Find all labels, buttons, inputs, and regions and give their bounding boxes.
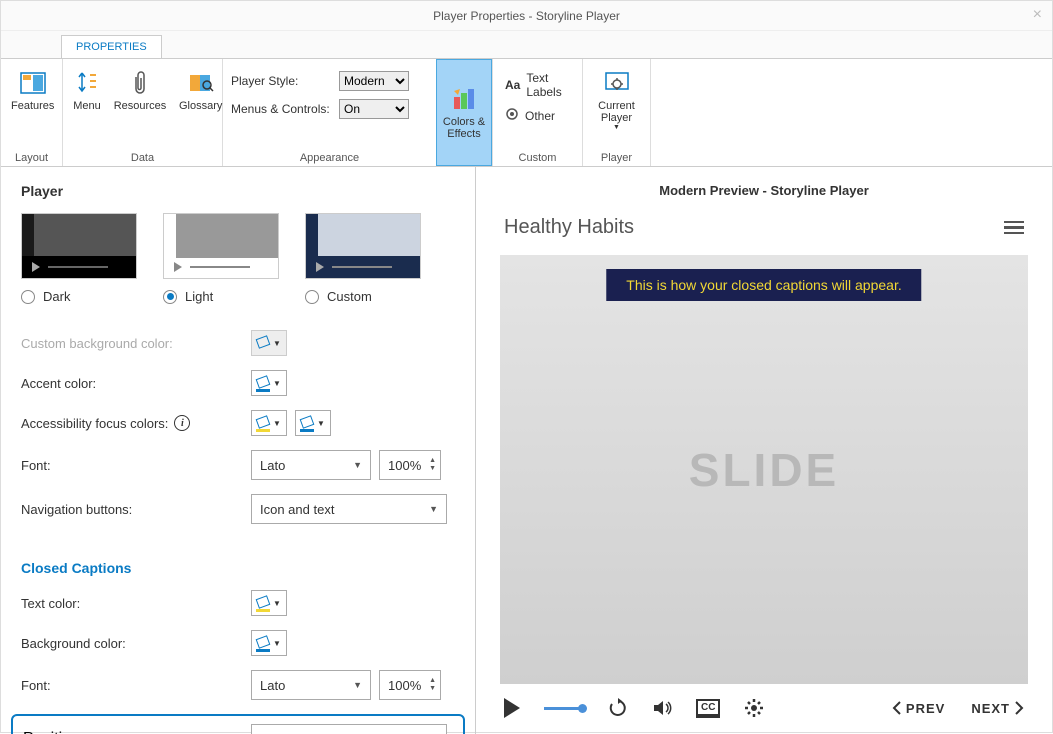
main-area: Player Dark Light Custom Custom backgrou… [1,167,1052,734]
caption-preview: This is how your closed captions will ap… [606,269,921,301]
cc-font-size-input[interactable]: 100%▲▼ [379,670,441,700]
menu-button[interactable]: Menu [71,65,103,116]
next-button[interactable]: NEXT [971,700,1024,716]
preview-title: Modern Preview - Storyline Player [496,183,1032,198]
theme-dark-thumb [21,213,137,279]
cc-bg-color-label: Background color: [21,636,251,651]
hamburger-icon[interactable] [1004,221,1024,235]
current-player-button[interactable]: Current Player ▼ [591,65,642,135]
font-label: Font: [21,458,251,473]
seekbar[interactable] [544,707,584,710]
volume-icon[interactable] [652,698,672,718]
colors-effects-button[interactable]: Colors & Effects [436,59,492,166]
current-player-label: Current Player [593,100,640,124]
slide-preview: This is how your closed captions will ap… [500,255,1028,684]
glossary-label: Glossary [179,100,222,112]
data-group-label: Data [71,148,214,164]
close-icon[interactable]: × [1033,6,1042,24]
appearance-group-label: Appearance [231,148,428,164]
theme-light-thumb [163,213,279,279]
titlebar: Player Properties - Storyline Player × [1,1,1052,31]
resources-label: Resources [114,100,167,112]
features-label: Features [11,100,54,112]
cc-icon[interactable]: CC [696,699,720,718]
chevron-down-icon: ▼ [613,124,620,131]
current-player-icon [603,69,631,97]
theme-custom[interactable]: Custom [305,213,421,304]
theme-custom-thumb [305,213,421,279]
player-style-label: Player Style: [231,74,331,88]
cc-font-select[interactable]: Lato▼ [251,670,371,700]
colors-effects-label: Colors & Effects [439,116,489,140]
features-icon [19,69,47,97]
window-title: Player Properties - Storyline Player [433,9,620,23]
player-section-title: Player [21,183,455,199]
menus-controls-label: Menus & Controls: [231,102,331,116]
radio-dark[interactable] [21,290,35,304]
ribbon: Features Layout Menu Resources [1,59,1052,167]
theme-light-label: Light [185,289,213,304]
tab-properties[interactable]: PROPERTIES [61,35,162,58]
accessibility-color-1[interactable]: ▼ [251,410,287,436]
replay-icon[interactable] [608,698,628,718]
position-row-highlight: Position: Top▼ [11,714,465,734]
text-labels-button[interactable]: Aa Text Labels [505,71,570,99]
cc-text-color-button[interactable]: ▼ [251,590,287,616]
accent-color-button[interactable]: ▼ [251,370,287,396]
nav-buttons-label: Navigation buttons: [21,502,251,517]
settings-gear-icon[interactable] [744,698,764,718]
cc-bg-color-button[interactable]: ▼ [251,630,287,656]
accessibility-color-2[interactable]: ▼ [295,410,331,436]
player-style-select[interactable]: Modern [339,71,409,91]
spinner-up-icon[interactable]: ▲ [429,457,436,465]
slide-placeholder-text: SLIDE [689,443,839,497]
left-panel: Player Dark Light Custom Custom backgrou… [1,167,476,734]
spinner-down-icon[interactable]: ▼ [429,465,436,473]
prev-button[interactable]: PREV [892,700,945,716]
nav-buttons-select[interactable]: Icon and text▼ [251,494,447,524]
right-panel: Modern Preview - Storyline Player Health… [476,167,1052,734]
resources-button[interactable]: Resources [113,65,167,116]
font-size-input[interactable]: 100%▲▼ [379,450,441,480]
course-title: Healthy Habits [504,216,634,239]
radio-custom[interactable] [305,290,319,304]
cc-text-color-label: Text color: [21,596,251,611]
custom-bg-label: Custom background color: [21,336,251,351]
paperclip-icon [126,69,154,97]
theme-dark-label: Dark [43,289,70,304]
player-controls: CC PREV NEXT [496,684,1032,718]
spinner-up-icon[interactable]: ▲ [429,677,436,685]
cc-font-label: Font: [21,678,251,693]
custom-bg-color-button: ▼ [251,330,287,356]
font-select[interactable]: Lato▼ [251,450,371,480]
glossary-button[interactable]: Glossary [177,65,224,116]
menu-label: Menu [73,100,101,112]
spinner-down-icon[interactable]: ▼ [429,685,436,693]
menu-icon [73,69,101,97]
custom-group-label: Custom [501,148,574,164]
accessibility-label: Accessibility focus colors: [21,416,168,431]
cc-section-title: Closed Captions [21,560,455,576]
position-label: Position: [23,730,251,734]
other-label: Other [525,109,555,123]
radio-light[interactable] [163,290,177,304]
text-labels-label: Text Labels [526,71,570,99]
theme-custom-label: Custom [327,289,372,304]
glossary-icon [187,69,215,97]
features-button[interactable]: Features [9,65,56,116]
play-icon[interactable] [504,698,520,718]
text-labels-icon: Aa [505,78,520,92]
theme-dark[interactable]: Dark [21,213,137,304]
other-button[interactable]: Other [505,107,570,124]
tab-row: PROPERTIES [1,31,1052,59]
menus-controls-select[interactable]: On [339,99,409,119]
layout-group-label: Layout [9,148,54,164]
player-group-label: Player [591,148,642,164]
accent-label: Accent color: [21,376,251,391]
theme-light[interactable]: Light [163,213,279,304]
gear-icon [505,107,519,124]
info-icon[interactable]: i [174,415,190,431]
colors-effects-icon [450,85,478,113]
